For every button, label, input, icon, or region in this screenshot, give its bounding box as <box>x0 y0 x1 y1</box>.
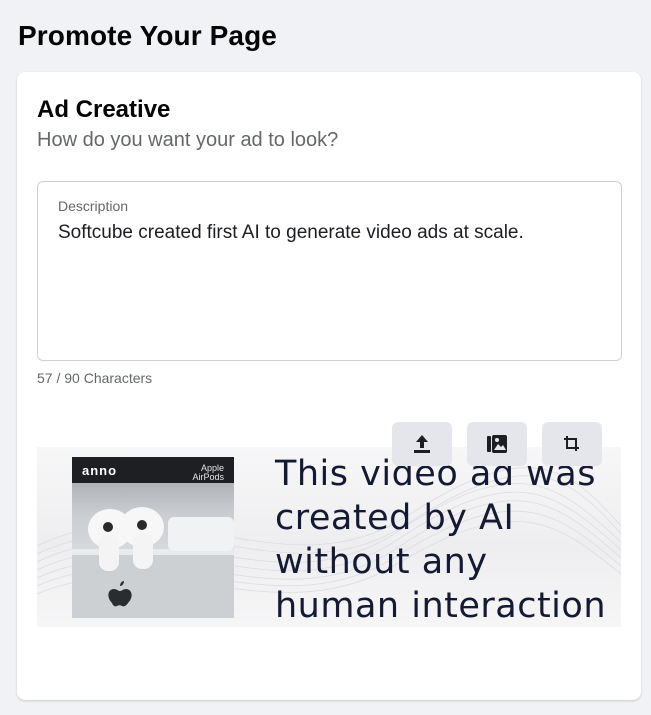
headline-line: created by AI <box>275 498 515 538</box>
crop-button[interactable] <box>542 422 602 466</box>
headline-line: human interaction <box>275 586 607 626</box>
upload-icon <box>414 435 430 453</box>
page-title: Promote Your Page <box>18 20 277 51</box>
section-title: Ad Creative <box>37 96 171 123</box>
ad-preview: anno Apple AirPods This video ad was cre… <box>37 402 621 684</box>
description-label: Description <box>58 198 129 214</box>
airpods-illustration <box>72 507 234 618</box>
description-value[interactable]: Softcube created first AI to generate vi… <box>58 222 524 244</box>
crop-icon <box>564 436 579 451</box>
choose-image-button[interactable] <box>467 422 527 466</box>
image-gallery-icon <box>487 435 507 453</box>
headline-line: without any <box>275 542 488 582</box>
character-count: 57 / 90 Characters <box>37 370 153 386</box>
preview-headline: This video ad was created by AI without … <box>275 452 615 628</box>
product-image: anno Apple AirPods <box>72 457 234 618</box>
section-subtitle: How do you want your ad to look? <box>37 129 339 151</box>
description-textarea[interactable]: Description Softcube created first AI to… <box>37 181 622 361</box>
ad-creative-card: Ad Creative How do you want your ad to l… <box>17 72 641 700</box>
upload-button[interactable] <box>392 422 452 466</box>
